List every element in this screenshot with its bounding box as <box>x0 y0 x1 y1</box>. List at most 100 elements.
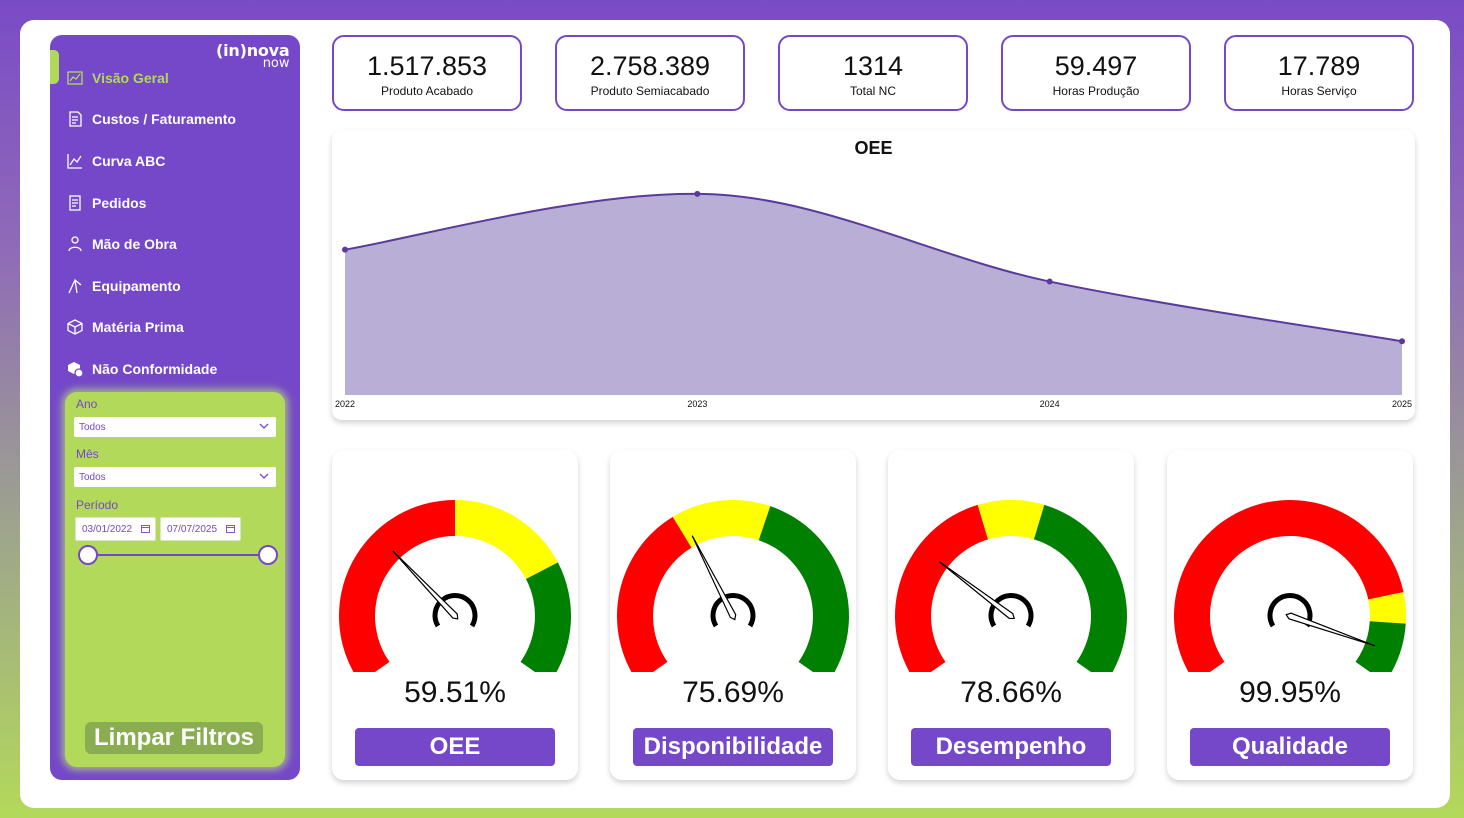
oee-area-chart: 2022 2023 2024 2025 <box>335 190 1412 409</box>
nav-item-custos[interactable]: Custos / Faturamento <box>66 99 291 141</box>
nav-item-pedidos[interactable]: Pedidos <box>66 182 291 224</box>
mes-value: Todos <box>79 471 106 483</box>
gauge-needle <box>392 550 459 620</box>
nav-item-materia-prima[interactable]: Matéria Prima <box>66 307 291 349</box>
gauge-zone <box>1033 504 1127 672</box>
order-icon <box>66 194 84 212</box>
date-end-input[interactable]: 07/07/2025 <box>160 517 241 541</box>
kpi-card: 1314 Total NC <box>778 35 968 111</box>
oee-chart-card: OEE 2022 2023 2024 2025 <box>332 130 1415 420</box>
oee-button[interactable]: OEE <box>355 728 555 766</box>
gauge-card-disponibilidade: 75.69% Disponibilidade <box>610 450 856 780</box>
date-start-value: 03/01/2022 <box>82 523 133 535</box>
date-range-start-handle[interactable] <box>78 545 98 565</box>
invoice-icon <box>66 110 84 128</box>
gauge-zone <box>339 500 455 672</box>
crane-icon <box>66 277 84 295</box>
date-end-value: 07/07/2025 <box>167 523 218 535</box>
x-tick-label: 2024 <box>1040 399 1060 409</box>
gauge-zone <box>520 562 571 672</box>
kpi-label: Produto Acabado <box>380 84 474 98</box>
qualidade-button[interactable]: Qualidade <box>1190 728 1390 766</box>
filter-panel: Ano Todos Mês Todos Período 03/01/2022 0… <box>65 392 285 767</box>
oee-data-point[interactable] <box>1399 338 1405 345</box>
kpi-label: Horas Produção <box>1052 84 1140 98</box>
desempenho-gauge <box>895 500 1127 672</box>
date-start-input[interactable]: 03/01/2022 <box>75 517 156 541</box>
kpi-card: 2.758.389 Produto Semiacabado <box>555 35 745 111</box>
x-tick-label: 2025 <box>1392 399 1412 409</box>
nav-item-nao-conformidade[interactable]: Não Conformidade <box>66 348 291 390</box>
mes-label: Mês <box>76 447 99 461</box>
gauge-zone <box>758 506 849 672</box>
nav-item-curva-abc[interactable]: Curva ABC <box>66 140 291 182</box>
kpi-value: 17.789 <box>1277 51 1361 81</box>
nav-label: Custos / Faturamento <box>92 111 236 128</box>
gauge-zone <box>672 500 771 548</box>
kpi-label: Total NC <box>849 84 896 98</box>
oee-data-point[interactable] <box>342 246 348 253</box>
disponibilidade-button[interactable]: Disponibilidade <box>633 728 833 766</box>
nav-label: Pedidos <box>92 194 147 211</box>
desempenho-button[interactable]: Desempenho <box>911 728 1111 766</box>
kpi-label: Horas Serviço <box>1281 84 1357 98</box>
kpi-label: Produto Semiacabado <box>590 84 710 98</box>
chevron-down-icon <box>258 470 270 485</box>
box-icon <box>66 318 84 336</box>
kpi-value: 1.517.853 <box>366 51 488 81</box>
ano-label: Ano <box>76 397 98 411</box>
nav-item-equipamento[interactable]: Equipamento <box>66 265 291 307</box>
worker-icon <box>66 235 84 253</box>
nav-label: Matéria Prima <box>92 319 184 336</box>
gauge-zone <box>977 500 1045 540</box>
kpi-card: 1.517.853 Produto Acabado <box>332 35 522 111</box>
gauge-needle <box>938 561 1015 620</box>
date-range-end-handle[interactable] <box>258 545 278 565</box>
gauge-zone <box>455 500 558 580</box>
gauge-value: 78.66% <box>960 676 1062 709</box>
ano-select[interactable]: Todos <box>74 417 276 437</box>
periodo-label: Período <box>76 498 119 512</box>
sidebar: (in)nova now Visão Geral Custos / Fatura… <box>50 35 300 780</box>
gauge-card-oee: 59.51% OEE <box>332 450 578 780</box>
gauge-card-qualidade: 99.95% Qualidade <box>1167 450 1413 780</box>
oee-data-point[interactable] <box>694 190 701 197</box>
kpi-card: 17.789 Horas Serviço <box>1224 35 1414 111</box>
gauge-hub <box>988 593 1034 628</box>
mes-select[interactable]: Todos <box>74 467 276 487</box>
dashboard-icon <box>66 69 84 87</box>
nav-label: Equipamento <box>92 277 181 294</box>
nav-item-visao-geral[interactable]: Visão Geral <box>66 57 291 99</box>
gauge-needle <box>1285 612 1376 647</box>
kpi-value: 59.497 <box>1054 51 1138 81</box>
disponibilidade-gauge <box>617 500 849 672</box>
oee-gauge <box>339 500 571 672</box>
report-canvas: (in)nova now Visão Geral Custos / Fatura… <box>20 20 1450 808</box>
date-range-track[interactable] <box>87 554 267 556</box>
nav-menu: Visão Geral Custos / Faturamento Curva A… <box>66 57 291 390</box>
qualidade-gauge <box>1174 500 1406 672</box>
line-chart-icon <box>66 152 84 170</box>
kpi-value: 2.758.389 <box>589 51 711 81</box>
gauge-value: 59.51% <box>404 676 506 709</box>
x-tick-label: 2022 <box>335 399 355 409</box>
oee-data-point[interactable] <box>1046 278 1053 285</box>
calendar-icon[interactable] <box>141 524 150 536</box>
nav-label: Visão Geral <box>92 69 169 86</box>
gauge-zone <box>1355 621 1406 672</box>
kpi-card: 59.497 Horas Produção <box>1001 35 1191 111</box>
chevron-down-icon <box>258 420 270 435</box>
nav-label: Mão de Obra <box>92 236 177 253</box>
defect-box-icon <box>66 360 84 378</box>
x-tick-label: 2023 <box>687 399 707 409</box>
gauge-value: 75.69% <box>682 676 784 709</box>
calendar-icon[interactable] <box>226 524 235 536</box>
gauge-card-desempenho: 78.66% Desempenho <box>888 450 1134 780</box>
clear-filters-button[interactable]: Limpar Filtros <box>85 722 263 754</box>
nav-label: Curva ABC <box>92 152 166 169</box>
chart-title: OEE <box>854 138 893 158</box>
nav-label: Não Conformidade <box>92 360 218 377</box>
oee-area <box>345 193 1402 395</box>
nav-item-mao-de-obra[interactable]: Mão de Obra <box>66 223 291 265</box>
ano-value: Todos <box>79 421 106 433</box>
